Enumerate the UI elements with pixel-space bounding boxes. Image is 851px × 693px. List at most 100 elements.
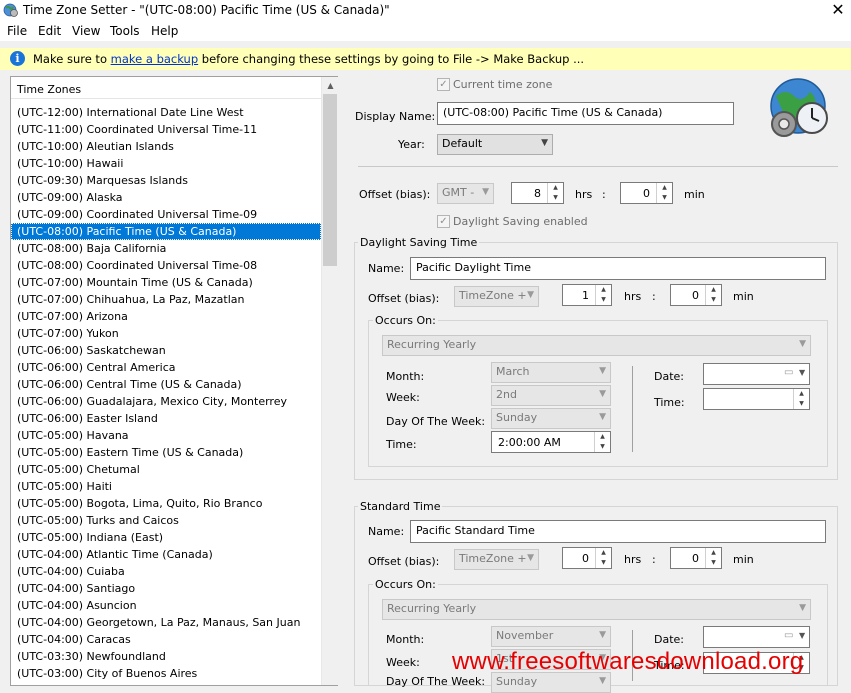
spin-up-icon[interactable]: ▲ [595, 432, 610, 442]
list-item[interactable]: (UTC-08:00) Pacific Time (US & Canada) [11, 223, 321, 240]
spin-up-icon[interactable]: ▲ [596, 285, 611, 295]
list-item[interactable]: (UTC-11:00) Coordinated Universal Time-1… [11, 121, 321, 138]
list-item[interactable]: (UTC-04:00) Caracas [11, 631, 321, 648]
list-item[interactable]: (UTC-08:00) Baja California [11, 240, 321, 257]
list-item[interactable]: (UTC-03:30) Newfoundland [11, 648, 321, 665]
list-scrollbar[interactable]: ▲ [321, 77, 338, 685]
std-colon-label: : [652, 553, 656, 566]
list-item[interactable]: (UTC-06:00) Saskatchewan [11, 342, 321, 359]
chevron-down-icon: ▼ [599, 412, 606, 422]
list-item[interactable]: (UTC-06:00) Central America [11, 359, 321, 376]
std-offset-label: Offset (bias): [368, 555, 440, 568]
menu-view[interactable]: View [72, 24, 100, 38]
dst-month-select[interactable]: March ▼ [491, 362, 611, 383]
list-item[interactable]: (UTC-10:00) Aleutian Islands [11, 138, 321, 155]
chevron-down-icon[interactable]: ▼ [799, 368, 805, 377]
offset-sign-select[interactable]: GMT - ▼ [437, 183, 494, 204]
list-item[interactable]: (UTC-04:00) Georgetown, La Paz, Manaus, … [11, 614, 321, 631]
dst-enabled-checkbox[interactable]: ✓ [437, 215, 450, 228]
close-icon[interactable]: ✕ [828, 0, 848, 20]
spin-down-icon[interactable]: ▼ [595, 442, 610, 452]
dst-time-spinner[interactable]: 2:00:00 AM ▲ ▼ [491, 431, 611, 453]
calendar-icon[interactable]: ▭ [784, 630, 793, 641]
list-item[interactable]: (UTC-04:00) Atlantic Time (Canada) [11, 546, 321, 563]
chevron-down-icon: ▼ [527, 553, 534, 563]
details-scrollbar[interactable] [838, 76, 851, 686]
dst-time2-spinner[interactable]: ▲ ▼ [703, 388, 810, 410]
dst-offset-label: Offset (bias): [368, 292, 440, 305]
scroll-thumb[interactable] [323, 94, 337, 266]
list-item[interactable]: (UTC-04:00) Cuiaba [11, 563, 321, 580]
list-item[interactable]: (UTC-05:00) Havana [11, 427, 321, 444]
current-tz-checkbox[interactable]: ✓ [437, 78, 450, 91]
list-item[interactable]: (UTC-03:00) City of Buenos Aires [11, 665, 321, 682]
menu-help[interactable]: Help [151, 24, 178, 38]
list-item[interactable]: (UTC-04:00) Asuncion [11, 597, 321, 614]
std-date-picker[interactable]: ▭ ▼ [703, 626, 810, 648]
menu-edit[interactable]: Edit [38, 24, 61, 38]
list-item[interactable]: (UTC-05:00) Haiti [11, 478, 321, 495]
dst-hours-spinner[interactable]: 1 ▲ ▼ [562, 284, 612, 306]
spin-up-icon[interactable]: ▲ [706, 548, 721, 558]
list-item[interactable]: (UTC-05:00) Indiana (East) [11, 529, 321, 546]
list-item[interactable]: (UTC-07:00) Arizona [11, 308, 321, 325]
std-recurrence-select[interactable]: Recurring Yearly ▼ [382, 599, 811, 620]
chevron-down-icon: ▼ [599, 630, 606, 640]
spin-down-icon[interactable]: ▼ [657, 193, 672, 203]
dst-dow-select[interactable]: Sunday ▼ [491, 408, 611, 429]
std-month-select[interactable]: November ▼ [491, 626, 611, 647]
list-item[interactable]: (UTC-12:00) International Date Line West [11, 104, 321, 121]
menu-tools[interactable]: Tools [110, 24, 140, 38]
list-item[interactable]: (UTC-05:00) Turks and Caicos [11, 512, 321, 529]
list-item[interactable]: (UTC-06:00) Easter Island [11, 410, 321, 427]
scroll-up-icon[interactable]: ▲ [322, 77, 339, 94]
std-minutes-spinner[interactable]: 0 ▲ ▼ [670, 547, 722, 569]
list-item[interactable]: (UTC-05:00) Chetumal [11, 461, 321, 478]
calendar-icon[interactable]: ▭ [784, 367, 793, 378]
offset-minutes-spinner[interactable]: 0 ▲ ▼ [620, 182, 673, 204]
year-select[interactable]: Default ▼ [437, 134, 553, 155]
spin-down-icon[interactable]: ▼ [706, 558, 721, 568]
list-item[interactable]: (UTC-09:00) Alaska [11, 189, 321, 206]
dst-date-picker[interactable]: ▭ ▼ [703, 363, 810, 385]
std-offset-mode-select[interactable]: TimeZone + ▼ [454, 549, 539, 570]
list-item[interactable]: (UTC-08:00) Coordinated Universal Time-0… [11, 257, 321, 274]
list-item[interactable]: (UTC-09:30) Marquesas Islands [11, 172, 321, 189]
spin-up-icon[interactable]: ▲ [548, 183, 563, 193]
spin-up-icon[interactable]: ▲ [657, 183, 672, 193]
dst-recurrence-select[interactable]: Recurring Yearly ▼ [382, 335, 811, 356]
dst-name-label: Name: [368, 262, 405, 275]
list-item[interactable]: (UTC-05:00) Eastern Time (US & Canada) [11, 444, 321, 461]
spin-up-icon[interactable]: ▲ [596, 548, 611, 558]
dst-name-input[interactable]: Pacific Daylight Time [410, 257, 826, 280]
list-item[interactable]: (UTC-09:00) Coordinated Universal Time-0… [11, 206, 321, 223]
spin-down-icon[interactable]: ▼ [596, 295, 611, 305]
list-item[interactable]: (UTC-07:00) Yukon [11, 325, 321, 342]
list-item[interactable]: (UTC-06:00) Guadalajara, Mexico City, Mo… [11, 393, 321, 410]
time-zone-items: (UTC-12:00) International Date Line West… [11, 104, 321, 682]
list-item[interactable]: (UTC-05:00) Bogota, Lima, Quito, Rio Bra… [11, 495, 321, 512]
spin-down-icon[interactable]: ▼ [706, 295, 721, 305]
list-item[interactable]: (UTC-04:00) Santiago [11, 580, 321, 597]
colon-label: : [602, 188, 606, 201]
list-item[interactable]: (UTC-10:00) Hawaii [11, 155, 321, 172]
std-name-input[interactable]: Pacific Standard Time [410, 520, 826, 543]
spin-down-icon[interactable]: ▼ [548, 193, 563, 203]
std-hours-spinner[interactable]: 0 ▲ ▼ [562, 547, 612, 569]
list-item[interactable]: (UTC-06:00) Central Time (US & Canada) [11, 376, 321, 393]
spin-down-icon[interactable]: ▼ [596, 558, 611, 568]
menu-file[interactable]: File [7, 24, 27, 38]
dst-minutes-spinner[interactable]: 0 ▲ ▼ [670, 284, 722, 306]
offset-hours-spinner[interactable]: 8 ▲ ▼ [511, 182, 564, 204]
display-name-input[interactable]: (UTC-08:00) Pacific Time (US & Canada) [437, 102, 734, 125]
list-item[interactable]: (UTC-07:00) Mountain Time (US & Canada) [11, 274, 321, 291]
list-item[interactable]: (UTC-07:00) Chihuahua, La Paz, Mazatlan [11, 291, 321, 308]
spin-up-icon[interactable]: ▲ [706, 285, 721, 295]
spin-up-icon[interactable]: ▲ [794, 389, 809, 399]
time-zone-list[interactable]: Time Zones (UTC-12:00) International Dat… [10, 76, 338, 686]
spin-down-icon[interactable]: ▼ [794, 399, 809, 409]
dst-week-select[interactable]: 2nd ▼ [491, 385, 611, 406]
chevron-down-icon[interactable]: ▼ [799, 631, 805, 640]
backup-link[interactable]: make a backup [111, 52, 199, 66]
dst-offset-mode-select[interactable]: TimeZone + ▼ [454, 286, 539, 307]
